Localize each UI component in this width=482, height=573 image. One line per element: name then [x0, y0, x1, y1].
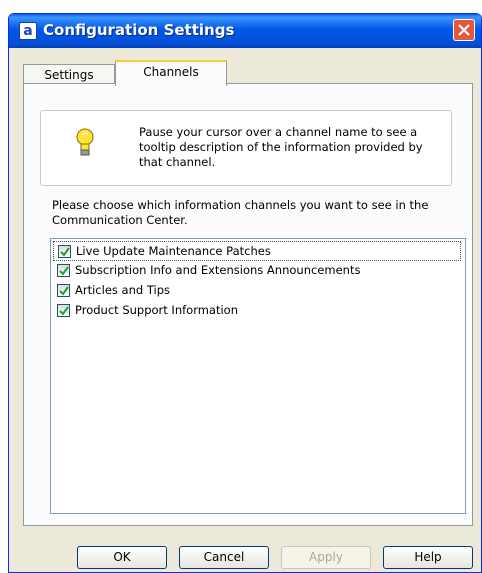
channel-label: Product Support Information: [75, 303, 239, 317]
help-button[interactable]: Help: [383, 546, 473, 569]
tab-channels[interactable]: Channels: [115, 60, 227, 86]
channel-label: Live Update Maintenance Patches: [76, 244, 271, 258]
info-box: Pause your cursor over a channel name to…: [40, 110, 452, 186]
window-title: Configuration Settings: [43, 21, 235, 39]
config-dialog: a Configuration Settings Settings Channe…: [8, 13, 482, 573]
tab-settings[interactable]: Settings: [23, 64, 115, 84]
list-item[interactable]: Articles and Tips: [53, 281, 461, 301]
cancel-button[interactable]: Cancel: [179, 546, 269, 569]
channels-prompt: Please choose which information channels…: [52, 198, 429, 227]
apply-button[interactable]: Apply: [281, 546, 371, 569]
ok-button[interactable]: OK: [77, 546, 167, 569]
close-button[interactable]: [453, 19, 475, 41]
close-icon: [458, 24, 470, 36]
checkbox[interactable]: [57, 284, 70, 297]
checkbox[interactable]: [58, 245, 71, 258]
channel-label: Subscription Info and Extensions Announc…: [75, 263, 361, 277]
lightbulb-icon: [76, 128, 94, 156]
checkmark-icon: [59, 306, 69, 316]
channel-label: Articles and Tips: [75, 283, 170, 297]
checkmark-icon: [59, 286, 69, 296]
list-item[interactable]: Subscription Info and Extensions Announc…: [53, 261, 461, 281]
channels-panel: Pause your cursor over a channel name to…: [23, 83, 473, 526]
app-icon: a: [19, 22, 37, 40]
list-item[interactable]: Product Support Information: [53, 301, 461, 321]
channels-list[interactable]: Live Update Maintenance Patches Subscrip…: [50, 238, 466, 514]
checkbox[interactable]: [57, 304, 70, 317]
dialog-footer: OK Cancel Apply Help: [9, 526, 481, 572]
checkmark-icon: [59, 266, 69, 276]
list-item[interactable]: Live Update Maintenance Patches: [53, 241, 461, 261]
checkmark-icon: [60, 247, 70, 257]
checkbox[interactable]: [57, 264, 70, 277]
info-text: Pause your cursor over a channel name to…: [139, 125, 423, 169]
title-bar[interactable]: a Configuration Settings: [9, 14, 481, 48]
